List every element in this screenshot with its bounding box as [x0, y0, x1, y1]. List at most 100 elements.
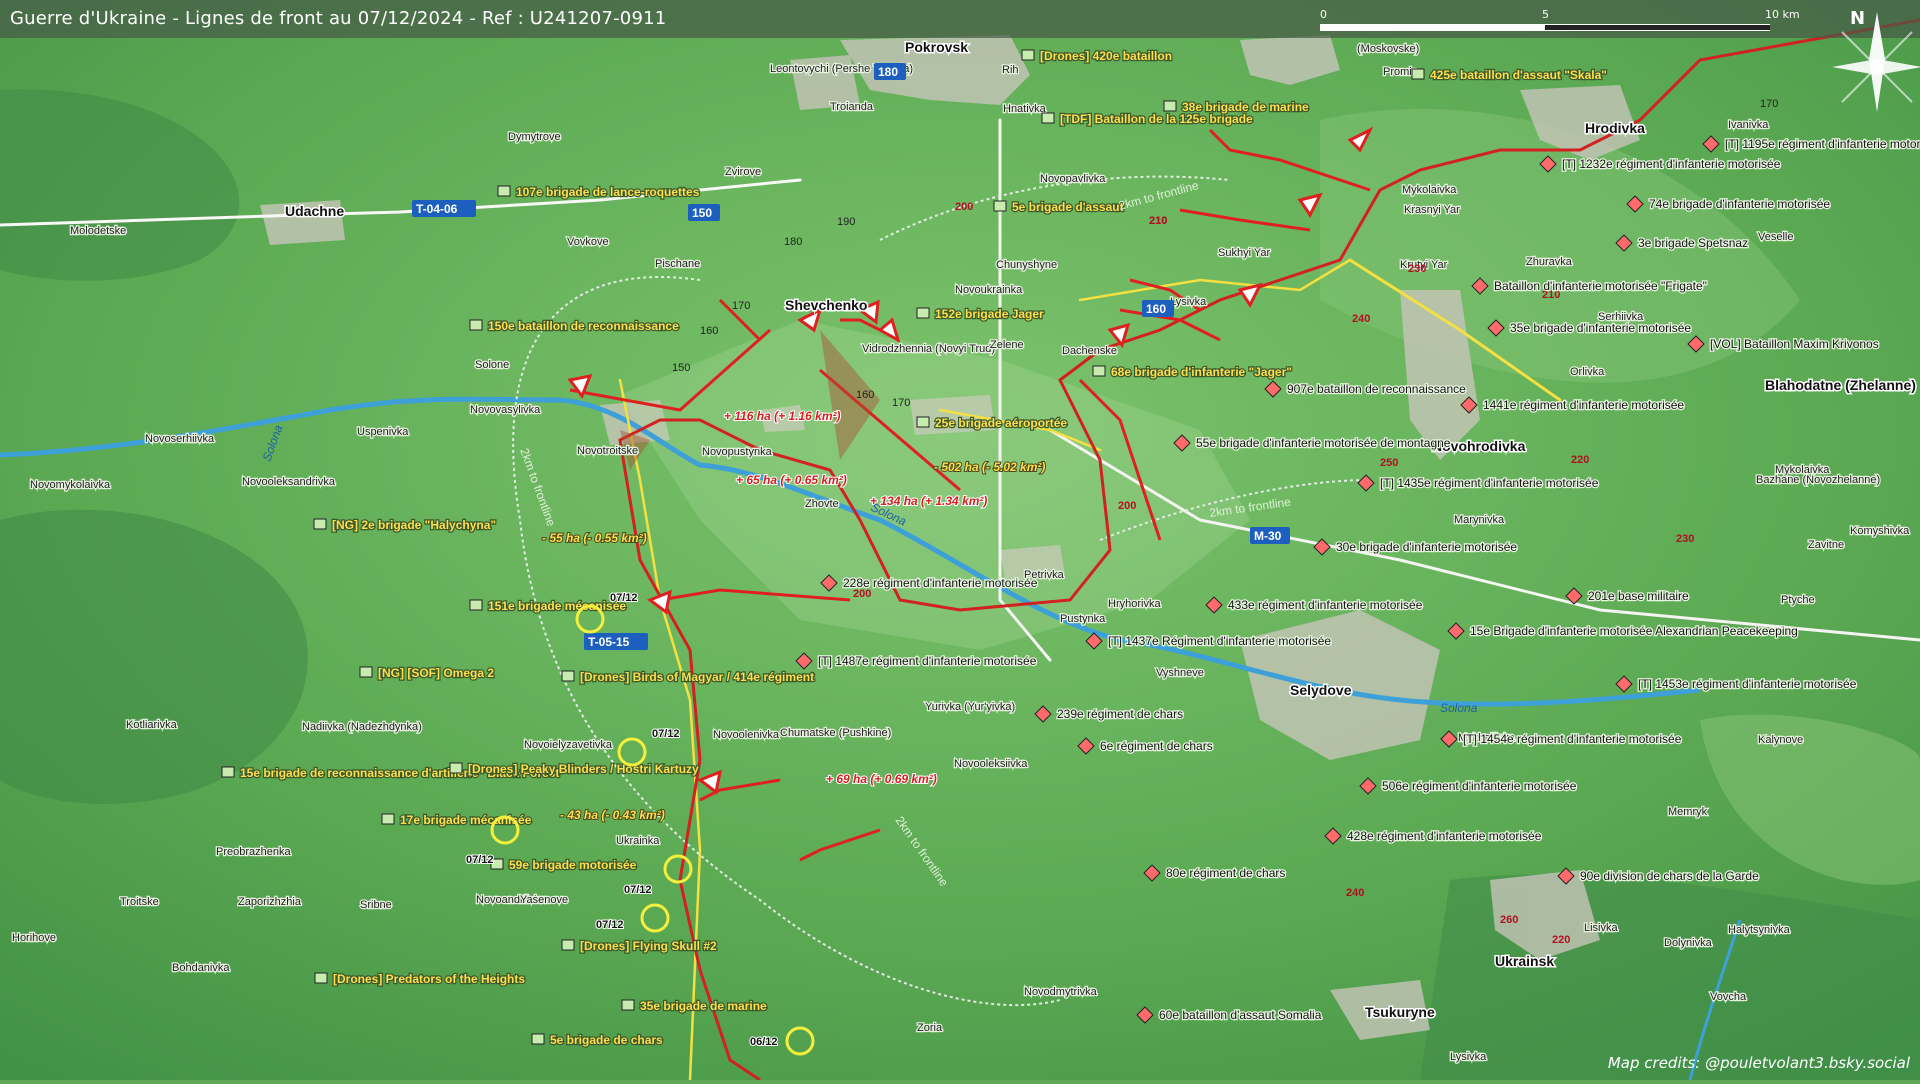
date-label: 06/12 [750, 1036, 778, 1048]
road-label: 150 [692, 206, 712, 220]
ukr-unit-label: [NG] [SOF] Omega 2 [378, 666, 494, 680]
rus-unit-label: [T] 1454e régiment d'infanterie motorisé… [1463, 732, 1682, 746]
village-label: Pischane [655, 258, 700, 270]
rus-unit-label: 6e régiment de chars [1100, 739, 1213, 753]
rus-unit-label: 35e brigade d'infanterie motorisée [1510, 321, 1691, 335]
ukr-unit-icon[interactable] [315, 973, 327, 983]
village-label: Marynivka [1454, 514, 1505, 526]
road-label: T-04-06 [416, 202, 458, 216]
scale-bar: 0 5 10 km [1320, 8, 1770, 38]
rus-unit-label: 30e brigade d'infanterie motorisée [1336, 540, 1517, 554]
elevation-label: 230 [1408, 263, 1426, 275]
rus-unit-label: 15e Brigade d'infanterie motorisée Alexa… [1470, 624, 1798, 638]
area-change-label: - 55 ha (- 0.55 km²) [542, 531, 647, 545]
village-label: Dachenske [1062, 345, 1117, 357]
map-canvas[interactable]: PokrovskShevchenkoUdachneSelydoveNovohro… [0, 0, 1920, 1080]
village-label: Novomykolaivka [30, 479, 111, 491]
elevation-label: 150 [672, 362, 690, 374]
ukr-unit-icon[interactable] [1022, 50, 1034, 60]
elevation-label: 160 [700, 325, 718, 337]
ukr-unit-label: [Drones] Predators of the Heights [333, 972, 525, 986]
ukr-unit-icon[interactable] [562, 940, 574, 950]
ukr-unit-icon[interactable] [1412, 69, 1424, 79]
scale-label-10: 10 km [1765, 8, 1800, 21]
village-label: Preobrazhenka [216, 846, 291, 858]
ukr-unit-icon[interactable] [994, 201, 1006, 211]
ukr-unit-icon[interactable] [470, 320, 482, 330]
village-label: Novoukrainka [955, 284, 1023, 296]
village-label: Sukhyi Yar [1218, 247, 1271, 259]
village-label: Novoielyzavetivka [524, 739, 613, 751]
village-label: Horihove [12, 932, 56, 944]
compass-north-label: N [1850, 8, 1865, 29]
village-label: Zelene [990, 339, 1024, 351]
rus-unit-label: [T] 1232e régiment d'infanterie motorisé… [1562, 157, 1781, 171]
ukr-unit-icon[interactable] [1164, 101, 1176, 111]
village-label: Zoria [917, 1022, 943, 1034]
ukr-unit-label: 152e brigade Jager [935, 307, 1044, 321]
ukr-unit-label: 35e brigade de marine [640, 999, 767, 1013]
ukr-unit-icon[interactable] [470, 600, 482, 610]
date-label: 07/12 [466, 854, 494, 866]
village-label: Ukrainka [616, 835, 660, 847]
village-label: Lysivka [1170, 296, 1207, 308]
ukr-unit-icon[interactable] [360, 667, 372, 677]
elevation-label: 170 [732, 300, 750, 312]
ukr-unit-icon[interactable] [917, 417, 929, 427]
ukr-unit-icon[interactable] [450, 763, 462, 773]
area-change-label: - 43 ha (- 0.43 km²) [560, 808, 665, 822]
map-title: Guerre d'Ukraine - Lignes de front au 07… [10, 8, 666, 29]
village-label: Zhovte [805, 498, 839, 510]
ukr-unit-icon[interactable] [622, 1000, 634, 1010]
village-label: Zhuravka [1526, 256, 1573, 268]
elevation-label: 200 [955, 201, 973, 213]
rus-unit-label: Bataillon d'infanterie motorisée "Frigat… [1494, 279, 1707, 293]
ukr-unit-icon[interactable] [222, 767, 234, 777]
road-label: 160 [1146, 302, 1166, 316]
village-label: Mykolaivka [1402, 184, 1457, 196]
rus-unit-label: 201e base militaire [1588, 589, 1689, 603]
ukr-unit-icon[interactable] [498, 186, 510, 196]
village-label: Vovcha [1710, 991, 1747, 1003]
ukr-unit-label: [Drones] Birds of Magyar / 414e régiment [580, 670, 814, 684]
village-label: Veselle [1758, 231, 1793, 243]
elevation-label: 220 [1552, 934, 1570, 946]
rus-unit-label: 239e régiment de chars [1057, 707, 1183, 721]
elevation-label: 260 [1500, 914, 1518, 926]
ukr-unit-icon[interactable] [1042, 113, 1054, 123]
compass-rose [1832, 12, 1920, 112]
town-label: Ukrainsk [1495, 953, 1554, 969]
elevation-label: 230 [1676, 533, 1694, 545]
ukr-unit-icon[interactable] [562, 671, 574, 681]
village-label: Novooleksiivka [954, 758, 1028, 770]
village-label: Komyshivka [1850, 525, 1910, 537]
village-label: Kotliarivka [126, 719, 178, 731]
rus-unit-label: 74e brigade d'infanterie motorisée [1649, 197, 1830, 211]
town-label: Shevchenko [785, 297, 867, 313]
ukr-unit-icon[interactable] [917, 308, 929, 318]
rus-unit-label: [T] 1487e régiment d'infanterie motorisé… [818, 654, 1037, 668]
elevation-label: 160 [856, 389, 874, 401]
village-label: Krasnyi Yar [1404, 204, 1460, 216]
ukr-unit-icon[interactable] [1093, 366, 1105, 376]
village-label: Hnativka [1003, 103, 1047, 115]
river-label: Solona [1440, 701, 1478, 715]
village-label: Troitske [120, 896, 159, 908]
village-label: Dymytrove [508, 131, 561, 143]
map-credits: Map credits: @pouletvolant3.bsky.social [1608, 1054, 1910, 1072]
village-label: Solone [475, 359, 509, 371]
ukr-unit-icon[interactable] [532, 1034, 544, 1044]
elevation-label: 180 [784, 236, 802, 248]
village-label: Vyshneve [1156, 667, 1204, 679]
rus-unit-label: [T] 1437e Régiment d'infanterie motorisé… [1108, 634, 1331, 648]
village-label: Yasenove [520, 894, 568, 906]
village-label: Pustynka [1060, 613, 1106, 625]
ukr-unit-label: 5e brigade d'assaut [1012, 200, 1124, 214]
ukr-unit-label: 107e brigade de lance-roquettes [516, 185, 700, 199]
village-label: Novopustynka [702, 446, 773, 458]
ukr-unit-icon[interactable] [382, 814, 394, 824]
ukr-unit-icon[interactable] [314, 519, 326, 529]
village-label: Lisivka [1584, 922, 1619, 934]
area-change-label: - 502 ha (- 5.02 km²) [934, 460, 1045, 474]
rus-unit-label: 60e bataillon d'assaut Somalia [1159, 1008, 1322, 1022]
